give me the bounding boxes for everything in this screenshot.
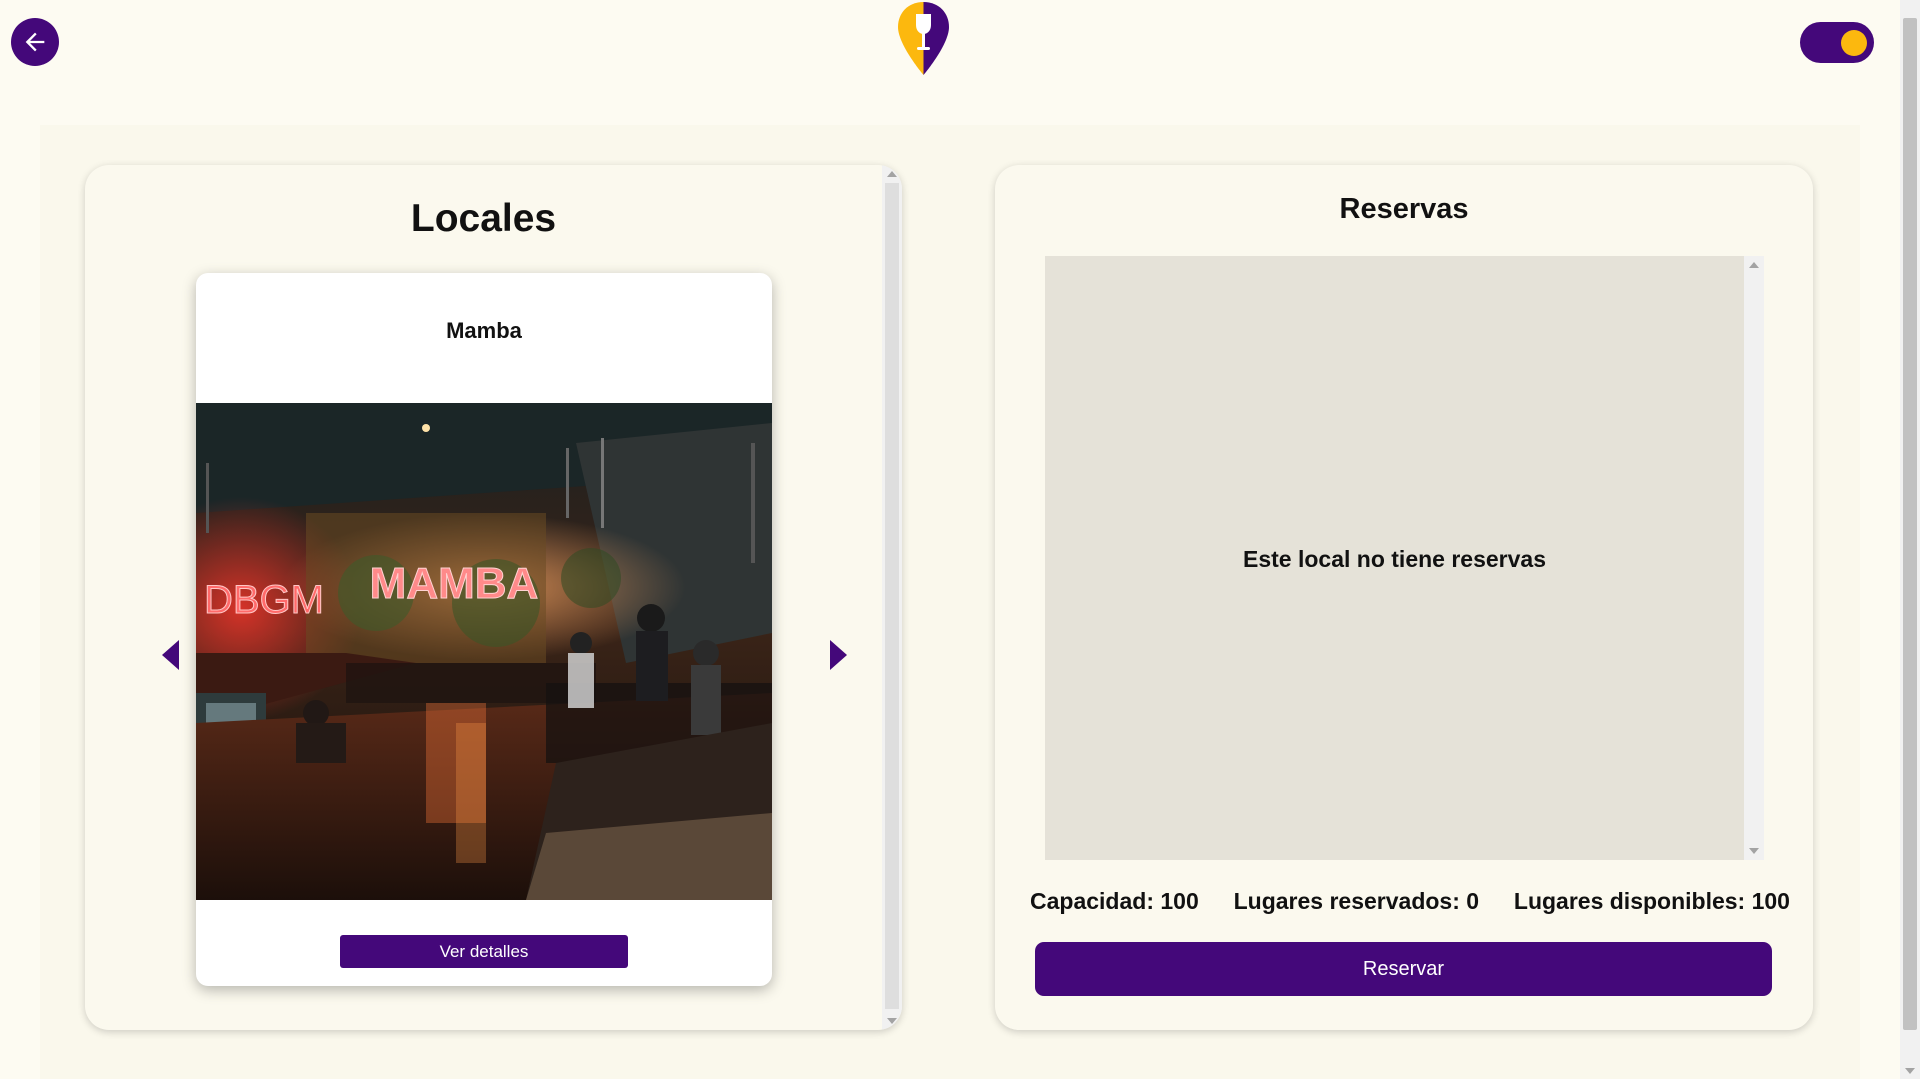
back-button[interactable] bbox=[11, 18, 59, 66]
ver-detalles-button[interactable]: Ver detalles bbox=[340, 935, 628, 968]
reserved-label: Lugares reservados: 0 bbox=[1233, 888, 1480, 914]
page-scrollbar-thumb[interactable] bbox=[1903, 18, 1917, 1030]
available-label: Lugares disponibles: 100 bbox=[1513, 888, 1790, 914]
wine-glass-map-pin-logo bbox=[898, 2, 949, 75]
locales-scrollbar-thumb[interactable] bbox=[885, 183, 899, 1009]
svg-text:DBGM: DBGM bbox=[204, 578, 324, 622]
page-scrollbar[interactable] bbox=[1900, 0, 1920, 1079]
main-content: Locales Mamba MAMBA DBGM Ver detalles Re… bbox=[40, 125, 1860, 1079]
reservas-list-scrollbar[interactable] bbox=[1744, 256, 1764, 860]
locales-panel: Locales Mamba MAMBA DBGM Ver detalles bbox=[85, 165, 902, 1030]
chevron-right-icon[interactable] bbox=[830, 640, 847, 670]
local-name: Mamba bbox=[446, 318, 522, 343]
arrow-left-icon bbox=[25, 32, 45, 52]
reservar-button[interactable]: Reservar bbox=[1035, 942, 1772, 996]
reservas-title: Reservas bbox=[1339, 193, 1469, 225]
locales-scrollbar[interactable] bbox=[882, 165, 902, 1030]
toggle-knob bbox=[1841, 30, 1867, 56]
empty-reservas-message: Este local no tiene reservas bbox=[1243, 546, 1546, 572]
scroll-up-arrow-icon[interactable] bbox=[1749, 262, 1759, 268]
locales-title: Locales bbox=[410, 197, 557, 240]
scroll-down-arrow-icon[interactable] bbox=[887, 1018, 897, 1024]
svg-text:MAMBA: MAMBA bbox=[370, 559, 539, 608]
scroll-down-arrow-icon[interactable] bbox=[1905, 1068, 1915, 1074]
page: Locales Mamba MAMBA DBGM Ver detalles Re… bbox=[0, 0, 1920, 1079]
chevron-left-icon[interactable] bbox=[162, 640, 179, 670]
capacity-stats: Capacidad: 100 Lugares reservados: 0 Lug… bbox=[1030, 888, 1790, 915]
restaurant-interior-photo: MAMBA DBGM bbox=[196, 403, 772, 900]
scroll-up-arrow-icon[interactable] bbox=[887, 171, 897, 177]
scroll-down-arrow-icon[interactable] bbox=[1749, 848, 1759, 854]
local-card: Mamba MAMBA DBGM Ver detalles bbox=[196, 273, 772, 986]
reservas-panel: Reservas Este local no tiene reservas Ca… bbox=[995, 165, 1813, 1030]
reservas-list: Este local no tiene reservas bbox=[1045, 256, 1764, 860]
capacity-label: Capacidad: 100 bbox=[1030, 888, 1199, 914]
theme-toggle[interactable] bbox=[1800, 22, 1874, 63]
